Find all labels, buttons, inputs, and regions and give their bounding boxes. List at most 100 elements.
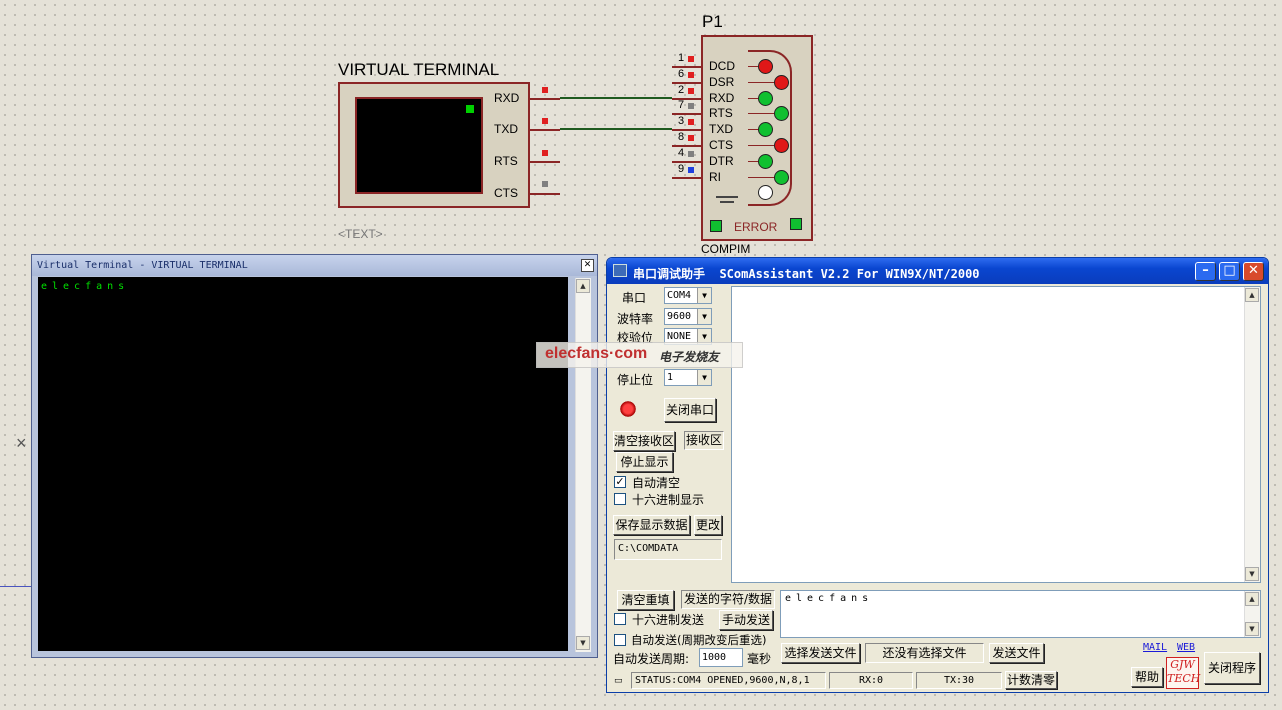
receive-scroll-down-button[interactable]: ▼ — [1245, 567, 1259, 581]
close-program-button[interactable]: 关闭程序 — [1204, 652, 1260, 684]
p1-pin-label: TXD — [709, 122, 733, 137]
hex-send-checkbox[interactable] — [614, 613, 626, 625]
p1-pin-number: 1 — [678, 52, 685, 64]
chevron-down-icon: ▼ — [697, 309, 711, 324]
clear-reset-button[interactable]: 清空重填 — [617, 590, 674, 610]
p1-pin-state — [688, 135, 694, 141]
auto-clear-checkbox[interactable]: ✓ — [614, 476, 626, 488]
close-port-button[interactable]: 关闭串口 — [664, 398, 716, 422]
vt-pin-state-rxd — [542, 87, 548, 93]
hex-display-checkbox[interactable] — [614, 493, 626, 505]
stop-display-button[interactable]: 停止显示 — [616, 452, 673, 472]
chevron-down-icon: ▼ — [697, 370, 711, 385]
receive-scroll-up-button[interactable]: ▲ — [1245, 288, 1259, 302]
p1-pin-label: DCD — [709, 59, 735, 73]
p1-label: P1 — [702, 12, 723, 31]
vt-pin-rxd[interactable] — [530, 98, 560, 100]
count-reset-button[interactable]: 计数清零 — [1005, 671, 1057, 689]
p1-pin-label: RTS — [709, 106, 733, 121]
sca-title: 串口调试助手 SComAssistant V2.2 For WIN9X/NT/2… — [633, 267, 980, 281]
receive-text-area[interactable] — [731, 286, 1261, 583]
p1-led-lead — [748, 66, 758, 67]
vt-pin-state-cts — [542, 181, 548, 187]
p1-pin-number: 6 — [678, 67, 685, 80]
baud-select[interactable]: 9600 ▼ — [664, 308, 712, 325]
period-label: 自动发送周期: — [613, 652, 690, 666]
sca-maximize-button[interactable]: □ — [1219, 262, 1240, 281]
stopbit-value: 1 — [667, 372, 674, 383]
change-path-button[interactable]: 更改 — [694, 515, 722, 535]
send-scroll-up-button[interactable]: ▲ — [1245, 592, 1259, 606]
p1-pin-state — [688, 87, 694, 94]
p1-pin-line-dcd[interactable] — [672, 66, 702, 68]
p1-led-lead — [748, 81, 774, 83]
manual-send-button[interactable]: 手动发送 — [719, 610, 773, 630]
sca-app-icon — [613, 264, 627, 277]
period-input[interactable]: 1000 — [699, 648, 743, 667]
clear-receive-button[interactable]: 清空接收区 — [613, 431, 675, 451]
send-scroll-down-button[interactable]: ▼ — [1245, 622, 1259, 636]
hex-display-label: 十六进制显示 — [632, 493, 705, 507]
watermark-cn: 电子发烧友 — [659, 350, 720, 364]
auto-send-checkbox[interactable] — [614, 634, 626, 646]
status-bar-icon: ▭ — [614, 676, 623, 686]
vt-window-title: Virtual Terminal - VIRTUAL TERMINAL — [37, 260, 248, 271]
p1-gnd-led — [758, 185, 773, 200]
p1-pin-state — [688, 56, 694, 62]
logo-bottom-text: TECH — [1167, 672, 1201, 685]
p1-pin-label: CTS — [709, 138, 733, 152]
vt-output-area[interactable] — [38, 277, 568, 651]
wire-txd[interactable] — [560, 128, 672, 130]
port-status-indicator-icon — [619, 400, 637, 418]
vt-scroll-down-button[interactable]: ▼ — [576, 636, 590, 650]
wire-rxd[interactable] — [560, 97, 672, 99]
p1-led-lead — [748, 145, 774, 146]
gjw-tech-logo[interactable]: GJW TECH — [1166, 657, 1201, 689]
port-select[interactable]: COM4 ▼ — [664, 287, 712, 304]
port-value: COM4 — [667, 290, 692, 301]
receive-scrollbar[interactable] — [1244, 287, 1260, 582]
baud-value: 9600 — [667, 311, 692, 322]
p1-pin-line-rts[interactable] — [672, 113, 702, 116]
save-path-field[interactable]: C:\COMDATA — [614, 539, 722, 560]
p1-pin-line-dsr[interactable] — [672, 81, 702, 84]
p1-pin-label: DSR — [709, 74, 735, 89]
sca-minimize-button[interactable]: – — [1195, 262, 1216, 281]
sca-close-button[interactable]: ✕ — [1243, 262, 1264, 281]
p1-pin-line-txd[interactable] — [672, 129, 702, 132]
virtual-terminal-window[interactable]: Virtual Terminal - VIRTUAL TERMINAL ✕ el… — [31, 254, 598, 658]
p1-pin-line-rxd[interactable] — [672, 97, 702, 100]
p1-pin-label: DTR — [709, 153, 734, 168]
vt-scrollbar[interactable] — [575, 278, 591, 652]
send-file-button[interactable]: 发送文件 — [989, 643, 1044, 663]
p1-pin-number: 3 — [678, 115, 685, 128]
stopbit-select[interactable]: 1 ▼ — [664, 369, 712, 386]
p1-pin-number: 2 — [678, 83, 685, 96]
auto-send-label: 自动发送(周期改变后重选) — [631, 633, 767, 647]
parity-value: NONE — [667, 331, 692, 342]
p1-pin-line-cts[interactable] — [672, 145, 702, 147]
p1-pin-state — [688, 103, 694, 110]
p1-pin-line-ri[interactable] — [672, 176, 702, 179]
vt-pin-cts[interactable] — [530, 193, 560, 195]
p1-pin-number: 4 — [678, 146, 685, 159]
p1-pin-number: 7 — [678, 99, 685, 112]
help-button[interactable]: 帮助 — [1131, 667, 1163, 687]
p1-pin-state — [688, 71, 694, 78]
vt-pin-rts[interactable] — [530, 161, 560, 163]
p1-pin-line-dtr[interactable] — [672, 160, 702, 163]
status-text: STATUS:COM4 OPENED,9600,N,8,1 — [631, 672, 826, 689]
save-display-button[interactable]: 保存显示数据 — [613, 515, 690, 535]
p1-ground-symbol-2 — [720, 201, 734, 203]
vt-scroll-up-button[interactable]: ▲ — [576, 279, 590, 293]
vt-pin-state-txd — [542, 118, 548, 124]
p1-led-lead — [748, 160, 758, 162]
auto-clear-label: 自动清空 — [632, 476, 681, 490]
vt-pin-label-rts: RTS — [494, 154, 518, 168]
web-link[interactable]: WEB — [1177, 642, 1195, 653]
vt-pin-txd[interactable] — [530, 129, 560, 131]
select-send-file-button[interactable]: 选择发送文件 — [781, 643, 860, 663]
vt-close-button[interactable]: ✕ — [581, 259, 594, 272]
mail-link[interactable]: MAIL — [1143, 642, 1167, 653]
p1-led-rxd — [758, 90, 773, 106]
